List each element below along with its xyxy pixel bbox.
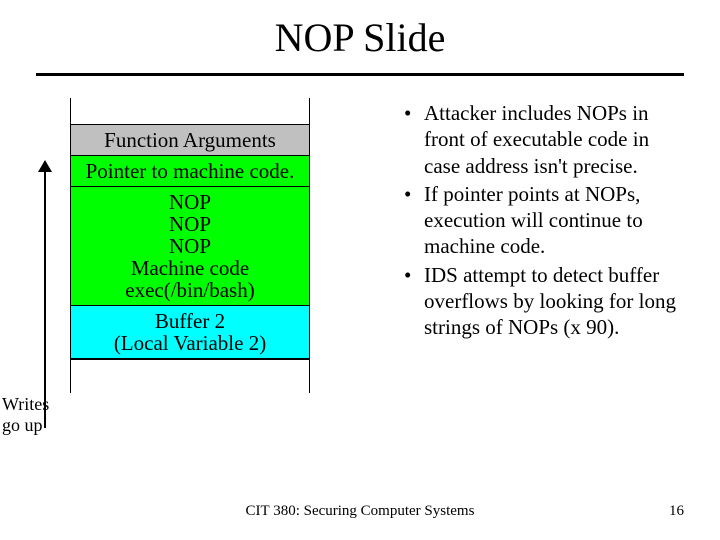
content-area: Writes go up Function Arguments Pointer … <box>0 76 720 393</box>
arrow-line <box>44 166 46 428</box>
bullet-item: IDS attempt to detect buffer overflows b… <box>404 262 690 341</box>
stack-func-args: Function Arguments <box>71 124 309 155</box>
shellcode-line: exec(/bin/bash) <box>77 279 303 301</box>
shellcode-line: NOP <box>77 235 303 257</box>
stack-spacer-bot <box>71 359 309 393</box>
bullet-column: Attacker includes NOPs in front of execu… <box>360 98 690 393</box>
writes-label: Writes go up <box>2 394 62 435</box>
stack-diagram: Writes go up Function Arguments Pointer … <box>70 98 360 393</box>
stack-buffer2: Buffer 2 (Local Variable 2) <box>71 305 309 359</box>
shellcode-line: Machine code <box>77 257 303 279</box>
writes-label-l1: Writes <box>2 394 49 414</box>
stack-shellcode: NOP NOP NOP Machine code exec(/bin/bash) <box>71 186 309 305</box>
footer: CIT 380: Securing Computer Systems 16 <box>0 503 720 520</box>
shellcode-line: NOP <box>77 191 303 213</box>
stack-spacer-top <box>71 98 309 124</box>
footer-text: CIT 380: Securing Computer Systems <box>0 503 720 520</box>
bullet-item: If pointer points at NOPs, execution wil… <box>404 181 690 260</box>
writes-label-l2: go up <box>2 415 43 435</box>
page-number: 16 <box>669 503 684 520</box>
buffer2-line: Buffer 2 <box>77 310 303 332</box>
stack-pointer: Pointer to machine code. <box>71 155 309 186</box>
shellcode-line: NOP <box>77 213 303 235</box>
bullet-item: Attacker includes NOPs in front of execu… <box>404 100 690 179</box>
bullet-list: Attacker includes NOPs in front of execu… <box>404 100 690 340</box>
slide-title: NOP Slide <box>0 0 720 73</box>
buffer2-line: (Local Variable 2) <box>77 332 303 354</box>
stack-boxes: Function Arguments Pointer to machine co… <box>70 98 310 393</box>
